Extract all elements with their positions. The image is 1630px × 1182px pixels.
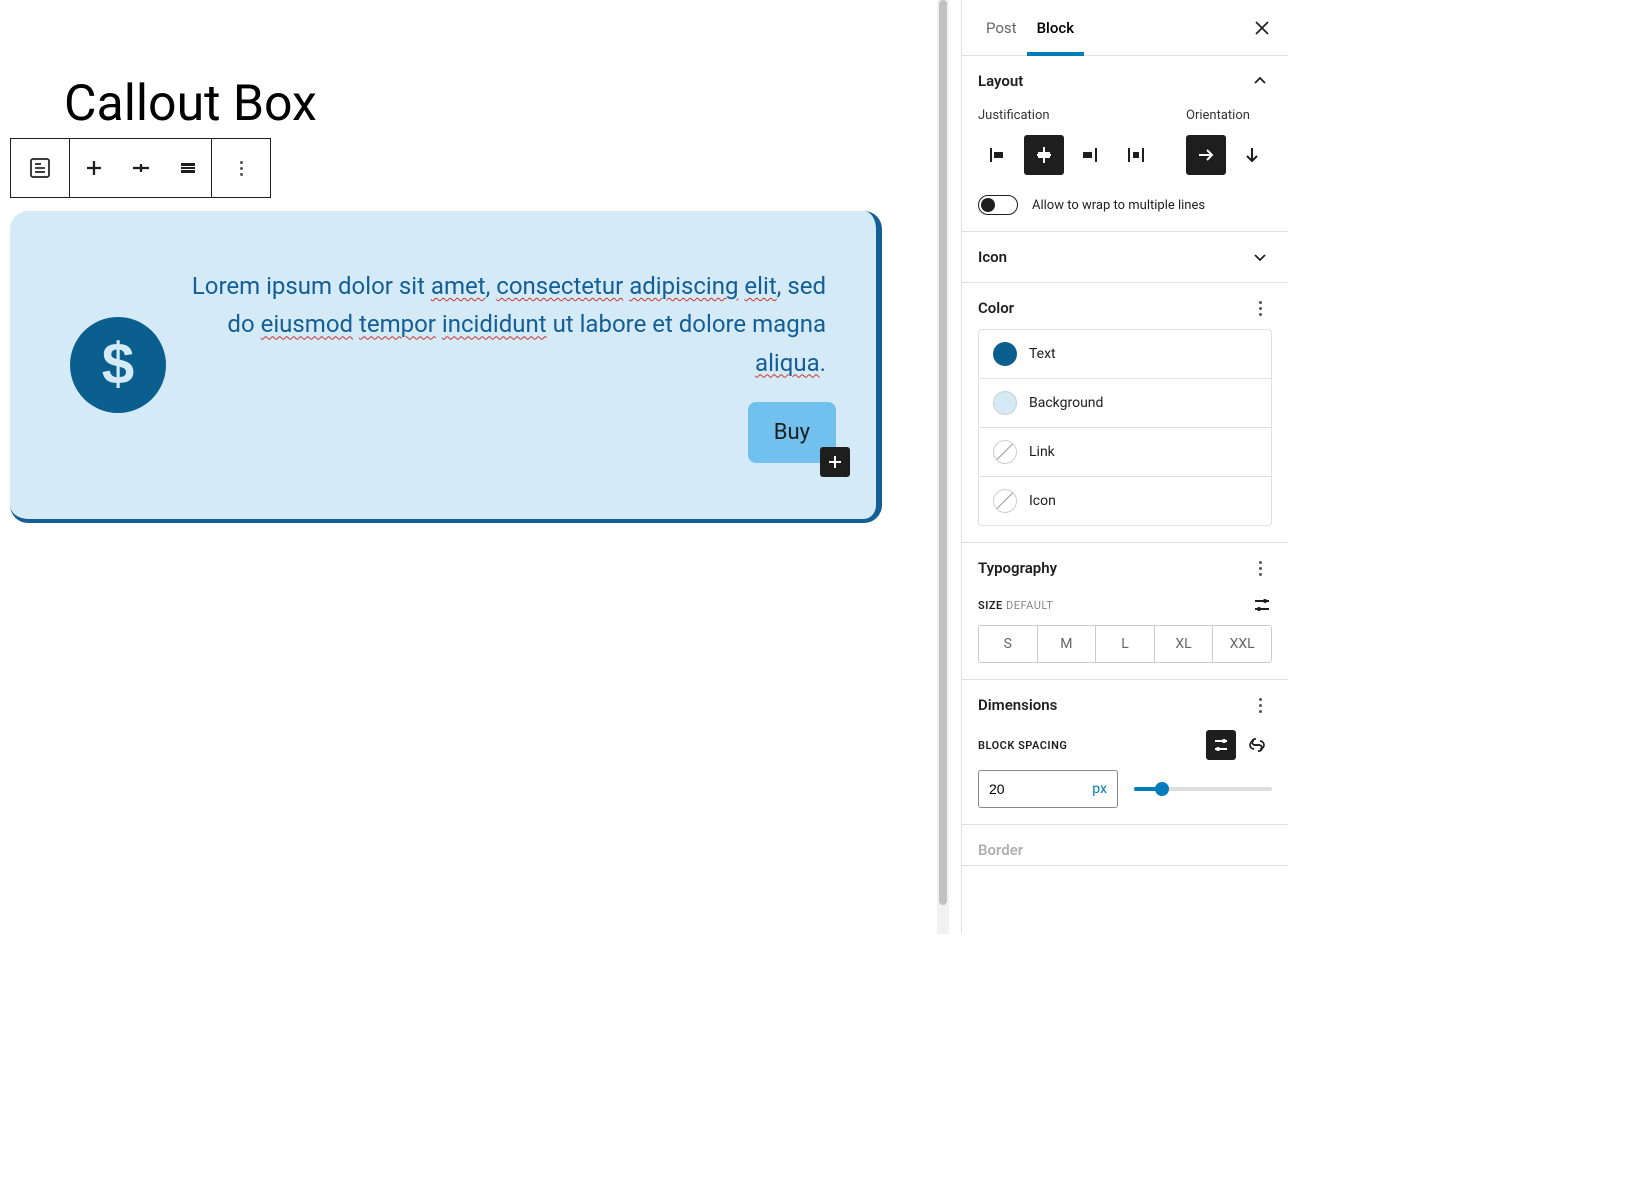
panel-typography: Typography SIZE DEFAULT SMLXLXXL	[962, 543, 1288, 680]
typography-options-button[interactable]	[1248, 561, 1272, 576]
tab-post[interactable]: Post	[976, 0, 1027, 56]
color-swatch	[993, 440, 1017, 464]
panel-border-title: Border	[978, 841, 1023, 859]
orientation-horizontal-button[interactable]	[1186, 135, 1226, 175]
editor-canvas[interactable]: Callout Box $ Lor	[0, 0, 949, 934]
size-boxes: SMLXLXXL	[978, 625, 1272, 663]
callout-content: Lorem ipsum dolor sit amet, consectetur …	[166, 267, 876, 463]
plus-icon	[826, 453, 844, 471]
arrow-right-icon	[1195, 144, 1217, 166]
callout-text[interactable]: Lorem ipsum dolor sit amet, consectetur …	[176, 267, 836, 382]
close-icon	[1254, 20, 1270, 36]
orientation-label: Orientation	[1186, 108, 1272, 123]
align-justify-button[interactable]	[164, 139, 211, 197]
close-sidebar-button[interactable]	[1250, 16, 1274, 40]
callout-icon-circle: $	[70, 317, 166, 413]
size-m[interactable]: M	[1038, 626, 1097, 662]
svg-text:$: $	[102, 334, 134, 396]
wrap-label: Allow to wrap to multiple lines	[1032, 198, 1205, 213]
add-block-button[interactable]	[820, 447, 850, 477]
size-custom-button[interactable]	[1252, 595, 1272, 615]
spacing-mode-button[interactable]	[1206, 730, 1236, 760]
more-icon	[229, 161, 253, 176]
orientation-vertical-button[interactable]	[1232, 135, 1272, 175]
tab-block[interactable]: Block	[1027, 0, 1084, 56]
layout-icon	[28, 156, 52, 180]
panel-border-header[interactable]: Border	[978, 841, 1272, 859]
color-item-icon[interactable]: Icon	[979, 477, 1271, 525]
spacing-link-button[interactable]	[1242, 730, 1272, 760]
sliders-icon	[1212, 736, 1230, 754]
chevron-up-icon	[1252, 73, 1272, 89]
panel-layout-header[interactable]: Layout	[978, 72, 1272, 90]
block-type-button[interactable]	[11, 139, 69, 197]
color-swatch	[993, 342, 1017, 366]
page-title[interactable]: Callout Box	[64, 75, 317, 133]
buy-button[interactable]: Buy	[748, 402, 836, 463]
panel-icon: Icon	[962, 232, 1288, 283]
color-label: Background	[1029, 395, 1103, 411]
size-s[interactable]: S	[979, 626, 1038, 662]
size-xxl[interactable]: XXL	[1213, 626, 1271, 662]
justify-center-button[interactable]	[1024, 135, 1064, 175]
plus-hcenter-icon	[84, 158, 104, 178]
justify-space-button[interactable]	[1116, 135, 1156, 175]
panel-color-title: Color	[978, 299, 1014, 317]
panel-color: Color Text Background Link Icon	[962, 283, 1288, 543]
dimensions-options-button[interactable]	[1248, 698, 1272, 713]
justify-center-icon	[1033, 144, 1055, 166]
scrollbar[interactable]	[937, 0, 949, 934]
link-icon	[1248, 736, 1266, 754]
align-left-button[interactable]	[70, 139, 117, 197]
size-xl[interactable]: XL	[1155, 626, 1214, 662]
panel-icon-title: Icon	[978, 248, 1007, 266]
panel-layout: Layout Justification	[962, 56, 1288, 232]
color-label: Text	[1029, 346, 1056, 362]
wrap-toggle[interactable]	[978, 195, 1018, 215]
panel-border: Border	[962, 825, 1288, 866]
justify-right-button[interactable]	[1070, 135, 1110, 175]
block-spacing-unit[interactable]: px	[1092, 781, 1107, 797]
slider-thumb[interactable]	[1155, 782, 1169, 796]
color-list: Text Background Link Icon	[978, 329, 1272, 526]
dollar-sign-icon: $	[93, 334, 143, 396]
panel-dimensions-title: Dimensions	[978, 696, 1057, 714]
color-label: Icon	[1029, 493, 1056, 509]
sliders-icon	[1252, 595, 1272, 615]
align-center-button[interactable]	[117, 139, 164, 197]
color-item-background[interactable]: Background	[979, 379, 1271, 428]
size-label: SIZE DEFAULT	[978, 599, 1053, 612]
block-spacing-slider[interactable]	[1134, 787, 1272, 791]
justify-icon	[178, 158, 198, 178]
color-swatch	[993, 391, 1017, 415]
panel-dimensions: Dimensions BLOCK SPACING px	[962, 680, 1288, 825]
panel-layout-title: Layout	[978, 72, 1023, 90]
plus-vcenter-icon	[131, 158, 151, 178]
size-l[interactable]: L	[1096, 626, 1155, 662]
color-label: Link	[1029, 444, 1055, 460]
buy-button-label: Buy	[774, 420, 810, 445]
block-spacing-value[interactable]	[989, 781, 1049, 797]
color-options-button[interactable]	[1248, 301, 1272, 316]
color-item-link[interactable]: Link	[979, 428, 1271, 477]
block-spacing-input[interactable]: px	[978, 770, 1118, 808]
arrow-down-icon	[1241, 144, 1263, 166]
sidebar-tabs: Post Block	[962, 0, 1288, 56]
block-spacing-label: BLOCK SPACING	[978, 739, 1067, 752]
justify-space-icon	[1125, 144, 1147, 166]
scrollbar-thumb[interactable]	[939, 0, 947, 905]
block-toolbar	[10, 138, 271, 198]
chevron-down-icon	[1252, 249, 1272, 265]
more-options-button[interactable]	[212, 139, 270, 197]
panel-icon-header[interactable]: Icon	[978, 248, 1272, 266]
justify-right-icon	[1079, 144, 1101, 166]
color-item-text[interactable]: Text	[979, 330, 1271, 379]
color-swatch	[993, 489, 1017, 513]
justify-left-button[interactable]	[978, 135, 1018, 175]
callout-box[interactable]: $ Lorem ipsum dolor sit amet, consectetu…	[10, 211, 882, 523]
justification-label: Justification	[978, 108, 1156, 123]
panel-typography-title: Typography	[978, 559, 1057, 577]
justify-left-icon	[987, 144, 1009, 166]
settings-sidebar: Post Block Layout Justification	[961, 0, 1288, 934]
